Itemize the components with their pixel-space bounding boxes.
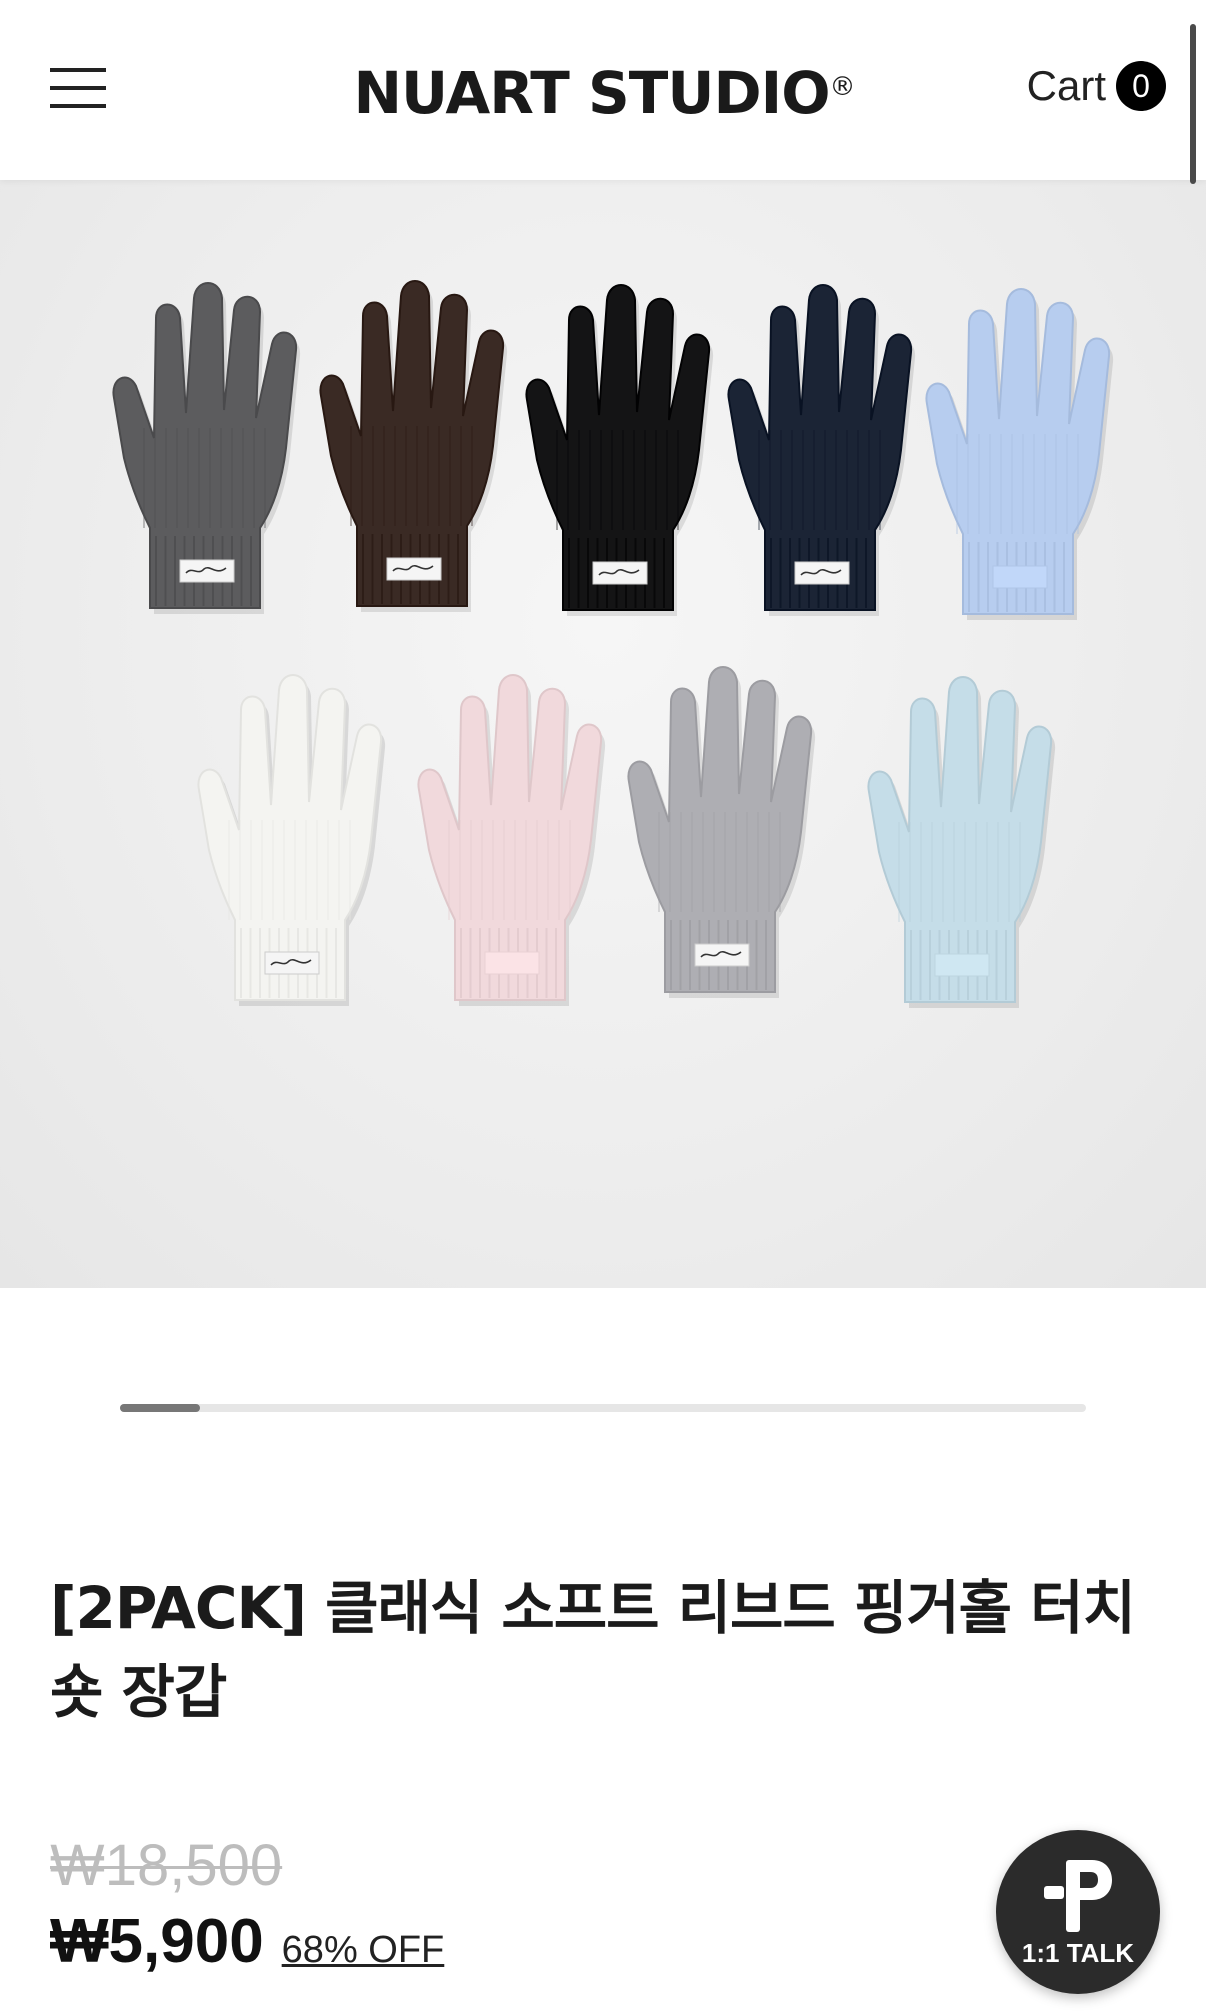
product-title: [2PACK] 클래식 소프트 리브드 핑거홀 터치숏 장갑 [50, 1574, 1136, 1726]
sale-price: ₩5,900 [50, 1907, 264, 1976]
talk-label: 1:1 TALK [1021, 1938, 1135, 1968]
logo-text: NUART STUDIO [353, 59, 830, 127]
glove-row1-3 [525, 284, 714, 616]
p-logo-icon [1044, 1860, 1112, 1932]
glove-row2-4 [867, 676, 1056, 1008]
glove-row2-1 [197, 674, 386, 1006]
page-scrollbar[interactable] [1190, 24, 1196, 184]
cart-button[interactable]: Cart 0 [1027, 56, 1166, 116]
glove-row2-3 [627, 666, 816, 998]
product-image-gallery[interactable] [0, 180, 1206, 1288]
glove-row1-2 [319, 280, 508, 612]
registered-mark: ® [829, 72, 856, 102]
site-header: NUART STUDIO® Cart 0 [0, 0, 1206, 184]
price-row: ₩5,900 68% OFF [50, 1906, 444, 1977]
discount-label: 68% OFF [281, 1929, 445, 1971]
product-page: NUART STUDIO® Cart 0 [2PACK] 클래식 소프트 리브드… [0, 0, 1206, 2011]
gallery-progress-fill [120, 1404, 201, 1412]
cart-label: Cart [1026, 62, 1106, 109]
hamburger-menu-icon[interactable] [50, 64, 106, 112]
glove-row1-1 [112, 282, 301, 614]
glove-row1-5 [925, 288, 1114, 620]
glove-row2-2 [417, 674, 606, 1006]
gloves-illustration [112, 280, 1114, 1008]
brand-logo[interactable]: NUART STUDIO® [344, 58, 864, 128]
gallery-progress-track[interactable] [120, 1404, 1086, 1412]
talk-chat-button[interactable]: 1:1 TALK [996, 1830, 1160, 1994]
cart-count-badge: 0 [1116, 61, 1166, 111]
glove-row1-4 [727, 284, 916, 616]
original-price: ₩18,500 [50, 1833, 283, 1898]
